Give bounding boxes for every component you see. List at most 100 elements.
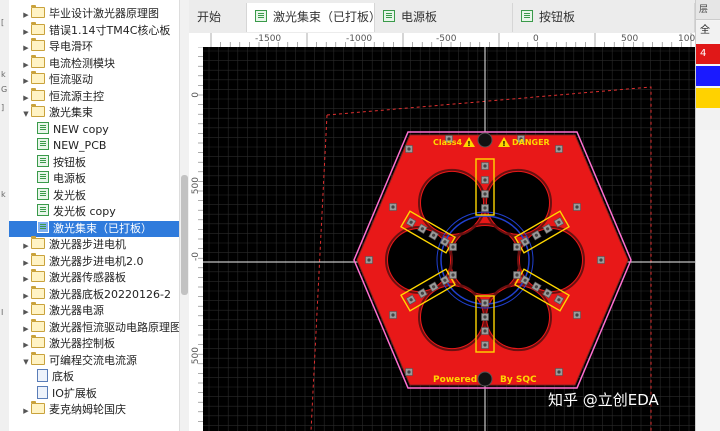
tree-item-label: 底板 [52, 370, 74, 383]
tab-button-board[interactable]: 按钮板 [513, 3, 695, 32]
tree-item[interactable]: ▶ 激光器步进电机 [9, 236, 179, 254]
tree-item-label: 发光板 [53, 188, 86, 202]
pad-hole [575, 313, 579, 317]
layer-swatch[interactable]: 全 [696, 21, 720, 41]
expand-arrow-closed-icon[interactable]: ▶ [21, 7, 31, 23]
expand-arrow-closed-icon[interactable]: ▶ [21, 238, 31, 254]
pad-hole [483, 315, 487, 319]
strip-mark: G [1, 85, 8, 94]
expand-arrow-open-icon[interactable]: ▼ [21, 354, 31, 370]
ruler-left-label: -0 [191, 252, 201, 261]
tree-item[interactable]: ▶ 恒流驱动 [9, 71, 179, 89]
pcb-icon [255, 10, 267, 22]
ruler-corner [189, 33, 204, 48]
tree-item[interactable]: ▶ 毕业设计激光器原理图 [9, 5, 179, 23]
ruler-top-label: 1000 [678, 34, 695, 44]
tab-power-board[interactable]: 电源板 [375, 3, 513, 32]
strip-mark: k [1, 70, 6, 79]
tree-item[interactable]: 电源板 [9, 171, 179, 187]
expand-arrow-open-icon[interactable]: ▼ [21, 106, 31, 122]
pad-hole [557, 147, 561, 151]
tree-item[interactable]: 按钮板 [9, 154, 179, 171]
pad-hole [575, 205, 579, 209]
expand-arrow-closed-icon[interactable]: ▶ [21, 40, 31, 56]
layer-swatch[interactable]: 4 [696, 44, 720, 64]
folder-icon [31, 236, 45, 249]
watermark: 知乎 @立创EDA [548, 391, 659, 409]
pcb-icon [37, 220, 49, 233]
board-boundary-line [310, 114, 328, 431]
tree-item-label: NEW_PCB [53, 139, 107, 152]
layer-swatch[interactable] [696, 88, 720, 108]
folder-icon [31, 335, 45, 348]
tab-laser-beam-pcb[interactable]: 激光集束（已打板） [247, 3, 375, 32]
tree-item[interactable]: ▶ 恒流源主控 [9, 87, 179, 106]
schematic-icon [37, 369, 48, 382]
expand-arrow-closed-icon[interactable]: ▶ [21, 288, 31, 304]
tree-item[interactable]: ▶ 激光器传感器板 [9, 269, 179, 287]
expand-arrow-closed-icon[interactable]: ▶ [21, 255, 31, 271]
tree-item[interactable]: 发光板 [9, 187, 179, 204]
pcb-icon [37, 204, 49, 216]
expand-arrow-closed-icon[interactable]: ▶ [21, 24, 31, 40]
tree-item[interactable]: ▼ 可编程交流电流源 [9, 351, 179, 370]
tree-item[interactable]: ▶ 麦克纳姆轮国庆 [9, 401, 179, 419]
tree-item[interactable]: ▶ 激光器电源 [9, 302, 179, 320]
mount-hole [477, 371, 493, 387]
expand-arrow-closed-icon[interactable]: ▶ [21, 271, 31, 287]
pad-hole [483, 164, 487, 168]
expand-arrow-closed-icon[interactable]: ▶ [21, 403, 31, 419]
tree-item-label: 导电滑环 [49, 40, 93, 53]
pad-hole [407, 370, 411, 374]
folder-icon [31, 269, 45, 282]
tree-scrollbar-thumb[interactable] [181, 175, 188, 295]
strip-mark: I [1, 308, 4, 317]
tree-item[interactable]: ▶ 激光器步进电机2.0 [9, 252, 179, 271]
tree-item[interactable]: NEW_PCB [9, 138, 179, 154]
folder-icon [31, 71, 45, 84]
layer-swatch[interactable] [696, 110, 720, 130]
svg-text:!: ! [502, 140, 505, 148]
tree-scrollbar[interactable] [179, 0, 189, 431]
layer-swatch[interactable] [696, 66, 720, 86]
tab-start[interactable]: 开始 [189, 3, 247, 32]
tree-item-label: 电源板 [53, 172, 86, 185]
expand-arrow-closed-icon[interactable]: ▶ [21, 321, 31, 337]
pcb-canvas[interactable]: ! ! Class4 DANGER Powered By SQC [203, 47, 695, 431]
pad-hole [483, 206, 487, 210]
ruler-left-label: 500 [191, 177, 201, 195]
pad-hole [557, 370, 561, 374]
pad-hole [391, 313, 395, 317]
tree-item[interactable]: ▶ 电流检测模块 [9, 54, 179, 73]
strip-mark: [ [1, 18, 5, 27]
tree-item[interactable]: NEW copy [9, 121, 179, 138]
pcb-icon [37, 187, 49, 200]
layers-panel-header: 层 [696, 0, 720, 20]
silk-label-powered: Powered [433, 375, 477, 385]
tree-item-label: 电流检测模块 [49, 56, 115, 70]
expand-arrow-closed-icon[interactable]: ▶ [21, 57, 31, 73]
tab-label: 电源板 [401, 10, 438, 24]
tree-item[interactable]: ▼ 激光集束 [9, 104, 179, 122]
folder-icon [31, 401, 45, 414]
expand-arrow-closed-icon[interactable]: ▶ [21, 73, 31, 89]
tree-item-label: NEW copy [53, 122, 109, 136]
tree-item[interactable]: ▶ 激光器控制板 [9, 335, 179, 353]
silk-label-by: By SQC [500, 375, 537, 385]
folder-icon [31, 252, 45, 266]
tree-item[interactable]: IO扩展板 [9, 385, 179, 402]
expand-arrow-closed-icon[interactable]: ▶ [21, 304, 31, 320]
tree-item[interactable]: ▶ 导电滑环 [9, 38, 179, 56]
pad-hole [407, 147, 411, 151]
tree-item[interactable]: 发光板 copy [9, 204, 179, 220]
tree-item[interactable]: ▶ 错误1.14寸TM4C核心板 [9, 21, 179, 40]
pad-hole [483, 178, 487, 182]
expand-arrow-closed-icon[interactable]: ▶ [21, 90, 31, 106]
expand-arrow-closed-icon[interactable]: ▶ [21, 337, 31, 353]
tree-item[interactable]: ▶ 激光器底板20220126-2 [9, 285, 179, 304]
mount-hole [477, 132, 493, 148]
tree-item[interactable]: 底板 [9, 369, 179, 385]
tree-item[interactable]: 激光集束（已打板） [9, 220, 179, 237]
tree-item[interactable]: ▶ 激光器恒流驱动电路原理图 [9, 318, 179, 337]
ruler-top-label: 0 [533, 34, 539, 44]
